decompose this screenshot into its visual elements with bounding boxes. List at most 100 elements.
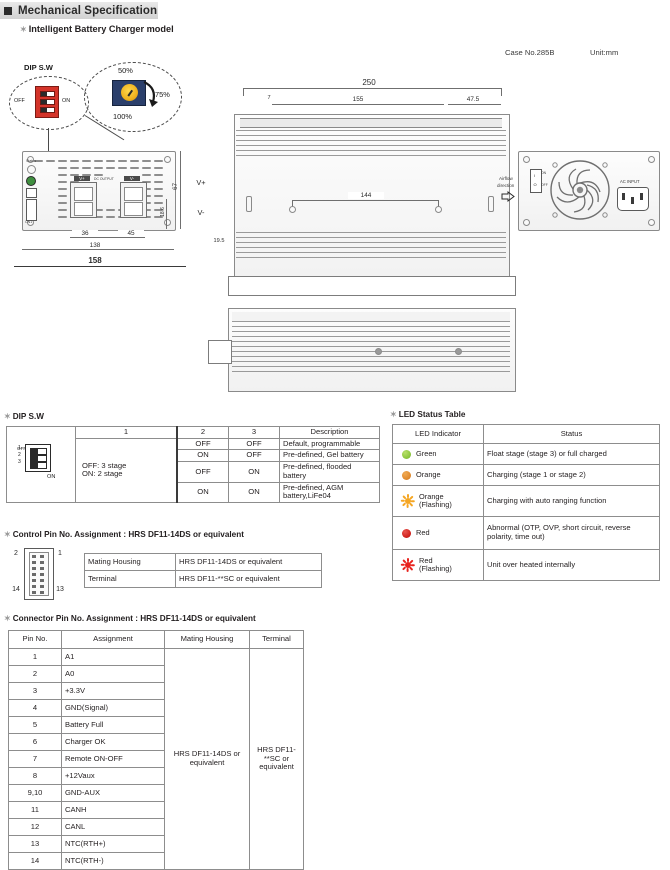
control-terminal-value: HRS DF11-**SC or equivalent [175,570,322,588]
control-terminal-label: Terminal [84,570,176,588]
dip-row-0-desc: Default, programmable [279,437,380,451]
led-row-1-label: Orange [416,469,441,479]
asterisk-marker-icon: ✶ [4,412,11,421]
asterisk-marker-icon: ✶ [390,410,397,419]
conn-row-9-pin: 11 [8,801,62,819]
dip-row-3-sw2: ON [176,481,229,504]
green-led-icon [402,449,411,459]
led-cell-green: Green [392,443,484,465]
conn-row-8-assignment: GND-AUX [61,784,165,802]
conn-mating-housing-value: HRS DF11-14DS or equivalent [164,648,250,870]
conn-row-10-assignment: CANL [61,818,165,836]
led-row-3-status: Abnormal (OTP, OVP, short circuit, rever… [483,516,660,550]
conn-row-11-pin: 13 [8,835,62,853]
conn-row-12-pin: 14 [8,852,62,870]
front-cn1-label: CN1 [25,220,33,224]
control-pin-title: ✶ Control Pin No. Assignment : HRS DF11-1… [4,530,244,539]
led-cell-red: Red [392,516,484,550]
dip-col-2-header: 2 [176,426,229,439]
dip-switch-illustration [35,86,59,118]
dip-diagram-on-label: ON [47,473,56,480]
dip-row-2-desc: Pre-defined, flooded battery [279,461,380,483]
connector-pin-title: ✶ Connector Pin No. Assignment : HRS DF11… [4,614,256,623]
top-view-slot-left [246,196,252,212]
dim-47-5-line [448,104,501,105]
asterisk-marker-icon: ✶ [4,530,11,539]
front-status-label: Status [26,159,37,163]
conn-row-7-pin: 8 [8,767,62,785]
dim-158: 158 [74,256,116,265]
led-row-0-status: Float stage (stage 3) or full charged [483,443,660,465]
conn-row-7-assignment: +12Vaux [61,767,165,785]
dip-callout-on-label: ON [62,98,71,104]
fan-grille-icon [550,160,610,220]
connector-pin-title-text: Connector Pin No. Assignment : HRS DF11-… [12,614,256,623]
side-vneg-label: V- [192,208,210,217]
pot-50-label: 50% [118,66,133,75]
conn-row-3-assignment: GND(Signal) [61,699,165,717]
dip-row-0-sw2: OFF [176,437,229,451]
led-cell-orange-flashing: Orange (Flashing) [392,485,484,517]
conn-row-10-pin: 12 [8,818,62,836]
control-connector-diagram: 2 1 14 13 [8,545,70,601]
conn-row-5-assignment: Charger OK [61,733,165,751]
dim-155-line [272,104,444,105]
led-row-2-sub: (Flashing) [419,500,452,509]
led-row-4-sub: (Flashing) [419,564,452,573]
dip-col-desc-header: Description [279,426,380,439]
conn-row-2-assignment: +3.3V [61,682,165,700]
connector-pin-label-tl: 2 [10,550,22,557]
dim-height-67-line [180,151,181,229]
dim-47-5: 47.5 [455,96,491,103]
led-row-1-status: Charging (stage 1 or stage 2) [483,464,660,486]
dim-45: 45 [118,230,144,237]
asterisk-marker-icon: ✶ [20,25,27,34]
red-led-icon [402,528,411,538]
conn-row-9-assignment: CANH [61,801,165,819]
rocker-on-label: ON [541,171,547,175]
dip-table-title: ✶ DIP S.W [4,412,44,421]
dc-terminal-vneg [120,182,147,218]
dc-terminal-vneg-label: V- [124,176,140,181]
dip-col-1-header: 1 [75,426,178,439]
side-view-screw-left [375,348,382,355]
top-view-mount-hole-right [435,206,442,213]
model-subtitle: ✶ Intelligent Battery Charger model [20,24,174,34]
led-row-4-status: Unit over heated internally [483,549,660,581]
dip-row-1-sw2: ON [176,449,229,463]
led-status-table: LED Indicator Status Green Float stage (… [392,424,660,581]
table-row: Green Float stage (stage 3) or full char… [392,443,660,465]
dc-output-label: DC OUTPUT [94,177,114,181]
table-row: Terminal HRS DF11-**SC or equivalent [84,570,322,588]
led-status-header: Status [483,424,660,444]
dim-7: 7 [262,95,276,101]
front-connector-small [26,188,37,198]
dip-table-title-text: DIP S.W [12,412,44,421]
dip-switch-table: OFF 1 2 3 ON 1 2 3 Description OFF: 3 st… [6,425,380,504]
dim-250: 250 [345,78,393,87]
dip-stage-legend: OFF: 3 stage ON: 2 stage [75,437,178,504]
top-view-lip [240,118,502,128]
section-header-bar: Mechanical Specification [0,2,158,19]
conn-row-1-assignment: A0 [61,665,165,683]
page-title: Mechanical Specification [18,4,158,17]
conn-row-4-assignment: Battery Full [61,716,165,734]
top-view-mount-hole-left [289,206,296,213]
led-table-title: ✶ LED Status Table [390,410,465,419]
connector-pin-label-bl: 14 [8,586,24,593]
conn-row-2-pin: 3 [8,682,62,700]
control-pin-title-text: Control Pin No. Assignment : HRS DF11-14… [12,530,244,539]
control-mating-housing-value: HRS DF11-14DS or equivalent [175,553,322,571]
side-view-top-lip [232,312,510,322]
conn-mating-header: Mating Housing [164,630,250,649]
conn-pinno-header: Pin No. [8,630,62,649]
ac-inlet-socket [617,187,649,211]
dim-36-45-line [70,237,145,238]
rocker-off-label: OFF [541,183,548,187]
dip-callout-title: DIP S.W [24,63,53,72]
dip-callout-off-label: OFF [14,98,25,104]
conn-terminal-header: Terminal [249,630,304,649]
led-indicator-header: LED Indicator [392,424,484,444]
conn-row-0-pin: 1 [8,648,62,666]
connector-pin-table: Pin No. Assignment Mating Housing Termin… [8,630,304,870]
